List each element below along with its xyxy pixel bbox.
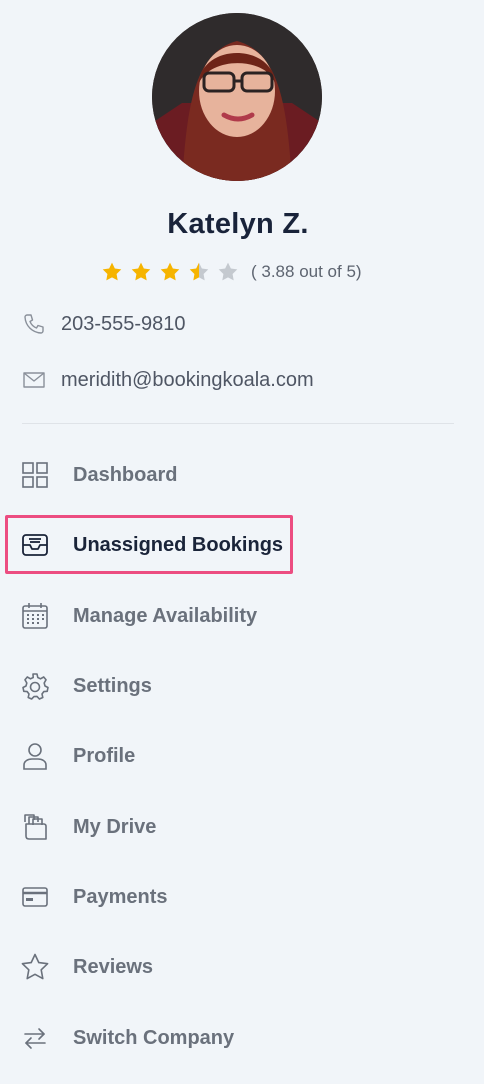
active-item-highlight bbox=[5, 515, 293, 574]
nav-label-dashboard: Dashboard bbox=[73, 463, 178, 486]
star-empty-icon bbox=[218, 262, 238, 281]
star-outline-icon bbox=[21, 953, 49, 980]
nav-item-my-drive[interactable]: My Drive bbox=[20, 807, 156, 847]
swap-arrows-icon bbox=[24, 1028, 46, 1049]
calendar-icon bbox=[22, 603, 48, 629]
nav-item-reviews[interactable]: Reviews bbox=[20, 947, 153, 987]
nav-label-manage-availability: Manage Availability bbox=[73, 604, 258, 627]
profile-avatar[interactable] bbox=[152, 13, 322, 181]
divider bbox=[22, 423, 454, 424]
nav-item-dashboard[interactable]: Dashboard bbox=[20, 455, 177, 495]
nav-label-reviews: Reviews bbox=[73, 955, 154, 978]
user-icon bbox=[23, 743, 47, 770]
nav-item-switch-company[interactable]: Switch Company bbox=[20, 1018, 234, 1058]
gear-icon bbox=[22, 673, 49, 700]
rating-text: ( 3.88 out of 5) bbox=[251, 262, 362, 281]
documents-icon bbox=[24, 814, 47, 840]
email-address: meridith@bookingkoala.com bbox=[61, 368, 314, 391]
star-icon bbox=[160, 262, 180, 281]
nav-label-switch-company: Switch Company bbox=[73, 1026, 235, 1049]
phone-row[interactable]: 203-555-9810 bbox=[22, 310, 186, 338]
star-icon bbox=[102, 262, 122, 281]
nav-item-profile[interactable]: Profile bbox=[20, 736, 135, 776]
phone-icon bbox=[24, 314, 44, 334]
grid-icon bbox=[22, 462, 48, 488]
nav-label-profile: Profile bbox=[73, 744, 136, 767]
rating: ( 3.88 out of 5) bbox=[101, 259, 362, 285]
nav-label-my-drive: My Drive bbox=[73, 815, 157, 838]
phone-number: 203-555-9810 bbox=[61, 312, 186, 335]
nav-item-settings[interactable]: Settings bbox=[20, 666, 152, 706]
email-row[interactable]: meridith@bookingkoala.com bbox=[22, 366, 314, 394]
nav-label-payments: Payments bbox=[73, 885, 168, 908]
star-icon bbox=[131, 262, 151, 281]
nav-label-settings: Settings bbox=[73, 674, 152, 697]
star-half-icon bbox=[189, 262, 209, 281]
profile-name: Katelyn Z. bbox=[167, 208, 309, 240]
nav-item-manage-availability[interactable]: Manage Availability bbox=[20, 596, 257, 636]
nav-item-payments[interactable]: Payments bbox=[20, 877, 168, 917]
credit-card-icon bbox=[22, 887, 48, 907]
envelope-icon bbox=[23, 372, 45, 388]
